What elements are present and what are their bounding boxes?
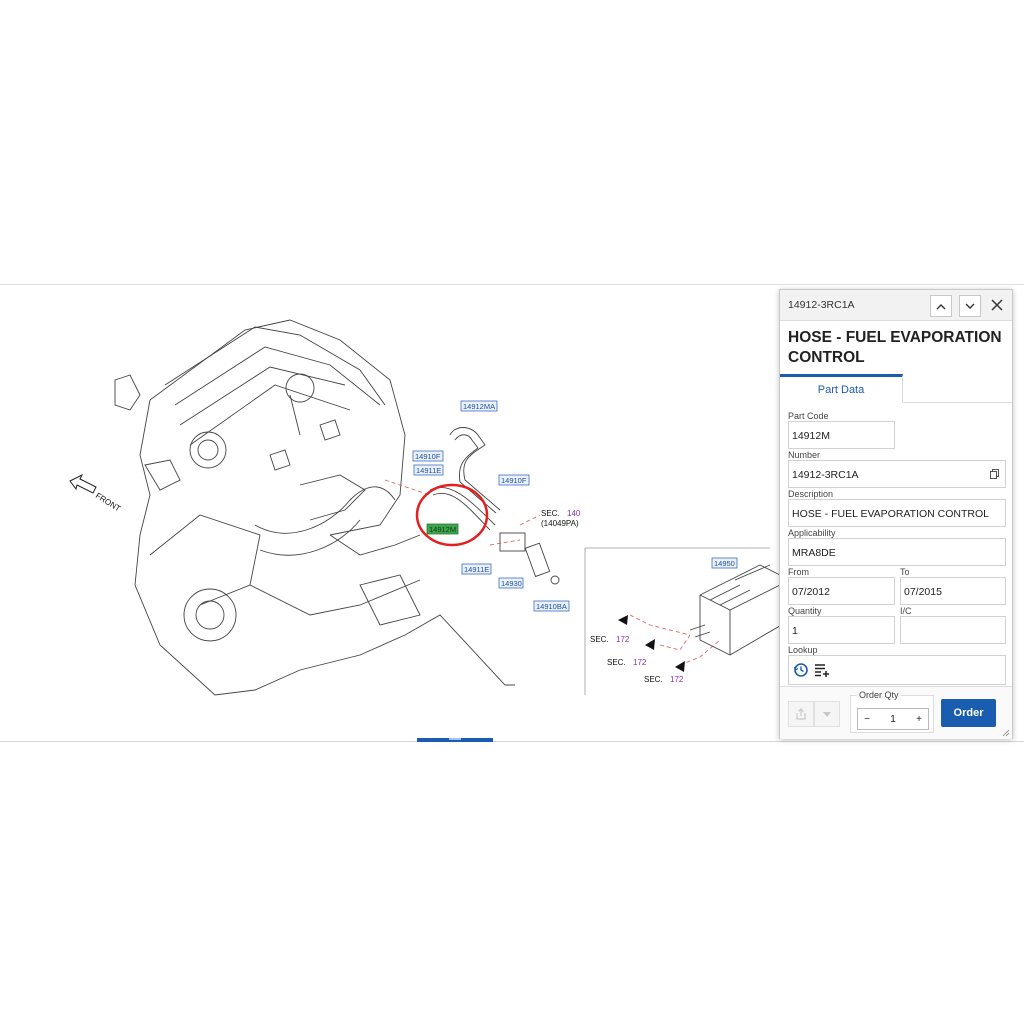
sec-172-label[interactable]: SEC. 172	[644, 675, 684, 684]
ic-value	[900, 616, 1006, 644]
to-field: To 07/2015	[900, 567, 1006, 605]
order-qty-group: Order Qty − 1 +	[850, 690, 934, 733]
copy-icon[interactable]	[990, 469, 999, 479]
svg-text:SEC.: SEC.	[590, 635, 609, 644]
applicability-field: Applicability MRA8DE	[788, 528, 1006, 566]
next-button[interactable]	[959, 295, 981, 317]
tab-bar: Part Data	[780, 374, 1012, 403]
panel-footer: Order Qty − 1 + Order	[780, 686, 1012, 739]
svg-text:14912M: 14912M	[429, 525, 456, 534]
panel-header: 14912-3RC1A	[780, 290, 1012, 321]
description-value: HOSE - FUEL EVAPORATION CONTROL	[788, 499, 1006, 527]
lookup-label: Lookup	[788, 645, 818, 655]
callout-14930[interactable]: 14930	[498, 577, 524, 589]
share-icon	[796, 708, 806, 720]
description-field: Description HOSE - FUEL EVAPORATION CONT…	[788, 489, 1006, 527]
svg-text:14910F: 14910F	[415, 452, 441, 461]
quantity-field: Quantity 1	[788, 606, 895, 644]
applicability-label: Applicability	[788, 528, 836, 538]
number-value: 14912-3RC1A	[792, 469, 859, 481]
chevron-up-icon	[936, 303, 946, 309]
ic-label: I/C	[900, 606, 912, 616]
quantity-value: 1	[788, 616, 895, 644]
quantity-label: Quantity	[788, 606, 822, 616]
callout-14912m-selected[interactable]: 14912M	[426, 523, 459, 535]
order-qty-label: Order Qty	[857, 690, 901, 700]
engine-illustration	[114, 319, 515, 696]
lookup-field: Lookup	[788, 645, 1006, 685]
add-to-list-icon[interactable]	[813, 662, 831, 678]
canister-inset	[584, 547, 791, 695]
quantity-input[interactable]: 1	[884, 714, 902, 725]
callout-14910ba[interactable]: 14910BA	[533, 600, 570, 612]
front-arrow-icon: FRONT	[69, 473, 122, 513]
svg-text:14911E: 14911E	[416, 466, 441, 475]
callout-14912ma[interactable]: 14912MA	[460, 400, 498, 412]
highlight-ring	[415, 483, 489, 547]
scrollbar-grip	[449, 738, 461, 740]
hose-assembly	[429, 427, 560, 585]
sec-140-label[interactable]: SEC. 140 (14049PA)	[541, 509, 581, 528]
order-button[interactable]: Order	[941, 699, 996, 727]
front-label: FRONT	[94, 491, 122, 513]
number-label: Number	[788, 450, 821, 460]
sec-172-label[interactable]: SEC. 172	[590, 635, 630, 644]
from-value: 07/2012	[788, 577, 895, 605]
horizontal-scrollbar[interactable]	[417, 738, 493, 742]
sec-172-label[interactable]: SEC. 172	[607, 658, 647, 667]
ic-field: I/C	[900, 606, 1006, 644]
callout-14950[interactable]: 14950	[711, 557, 738, 569]
svg-text:SEC.: SEC.	[541, 509, 560, 518]
svg-text:14911E: 14911E	[464, 565, 489, 574]
quantity-stepper[interactable]: − 1 +	[857, 708, 929, 730]
callout-14910f[interactable]: 14910F	[412, 450, 444, 462]
from-label: From	[788, 567, 809, 577]
arrow-icon	[618, 615, 628, 625]
lookup-box	[788, 655, 1006, 685]
decrement-button[interactable]: −	[858, 714, 876, 725]
part-details-panel: 14912-3RC1A HOSE - FUEL EVAPORATION CONT…	[779, 289, 1013, 739]
part-code-label: Part Code	[788, 411, 829, 421]
share-button[interactable]	[788, 701, 814, 727]
history-icon[interactable]	[793, 662, 809, 678]
number-field: Number 14912-3RC1A	[788, 450, 1006, 488]
svg-text:14912MA: 14912MA	[463, 402, 495, 411]
from-field: From 07/2012	[788, 567, 895, 605]
previous-button[interactable]	[930, 295, 952, 317]
svg-text:SEC.: SEC.	[607, 658, 626, 667]
applicability-value: MRA8DE	[788, 538, 1006, 566]
more-options-button[interactable]	[814, 701, 840, 727]
number-box: 14912-3RC1A	[788, 460, 1006, 488]
svg-text:14910F: 14910F	[501, 476, 527, 485]
svg-text:14910BA: 14910BA	[536, 602, 567, 611]
arrow-icon	[675, 661, 685, 672]
part-code-field: Part Code 14912M	[788, 411, 895, 449]
svg-text:140: 140	[567, 509, 581, 518]
chevron-down-icon	[965, 303, 975, 309]
callout-14910f[interactable]: 14910F	[498, 474, 530, 486]
close-button[interactable]	[988, 295, 1006, 315]
svg-text:SEC.: SEC.	[644, 675, 663, 684]
callout-14911e[interactable]: 14911E	[413, 464, 444, 476]
close-icon	[991, 299, 1003, 311]
svg-text:14930: 14930	[501, 579, 522, 588]
callout-14911e[interactable]: 14911E	[461, 563, 492, 575]
to-value: 07/2015	[900, 577, 1006, 605]
part-code-value: 14912M	[788, 421, 895, 449]
svg-text:(14049PA): (14049PA)	[541, 519, 579, 528]
to-label: To	[900, 567, 910, 577]
description-label: Description	[788, 489, 834, 499]
svg-text:14950: 14950	[714, 559, 735, 568]
arrow-icon	[645, 639, 655, 650]
tab-part-data[interactable]: Part Data	[780, 374, 903, 403]
svg-text:172: 172	[633, 658, 647, 667]
resize-grip-icon[interactable]	[1002, 729, 1010, 737]
part-title: HOSE - FUEL EVAPORATION CONTROL	[788, 329, 1002, 366]
svg-text:172: 172	[616, 635, 630, 644]
increment-button[interactable]: +	[910, 714, 928, 725]
caret-down-icon	[823, 711, 831, 717]
panel-part-number: 14912-3RC1A	[788, 299, 855, 311]
svg-text:172: 172	[670, 675, 684, 684]
